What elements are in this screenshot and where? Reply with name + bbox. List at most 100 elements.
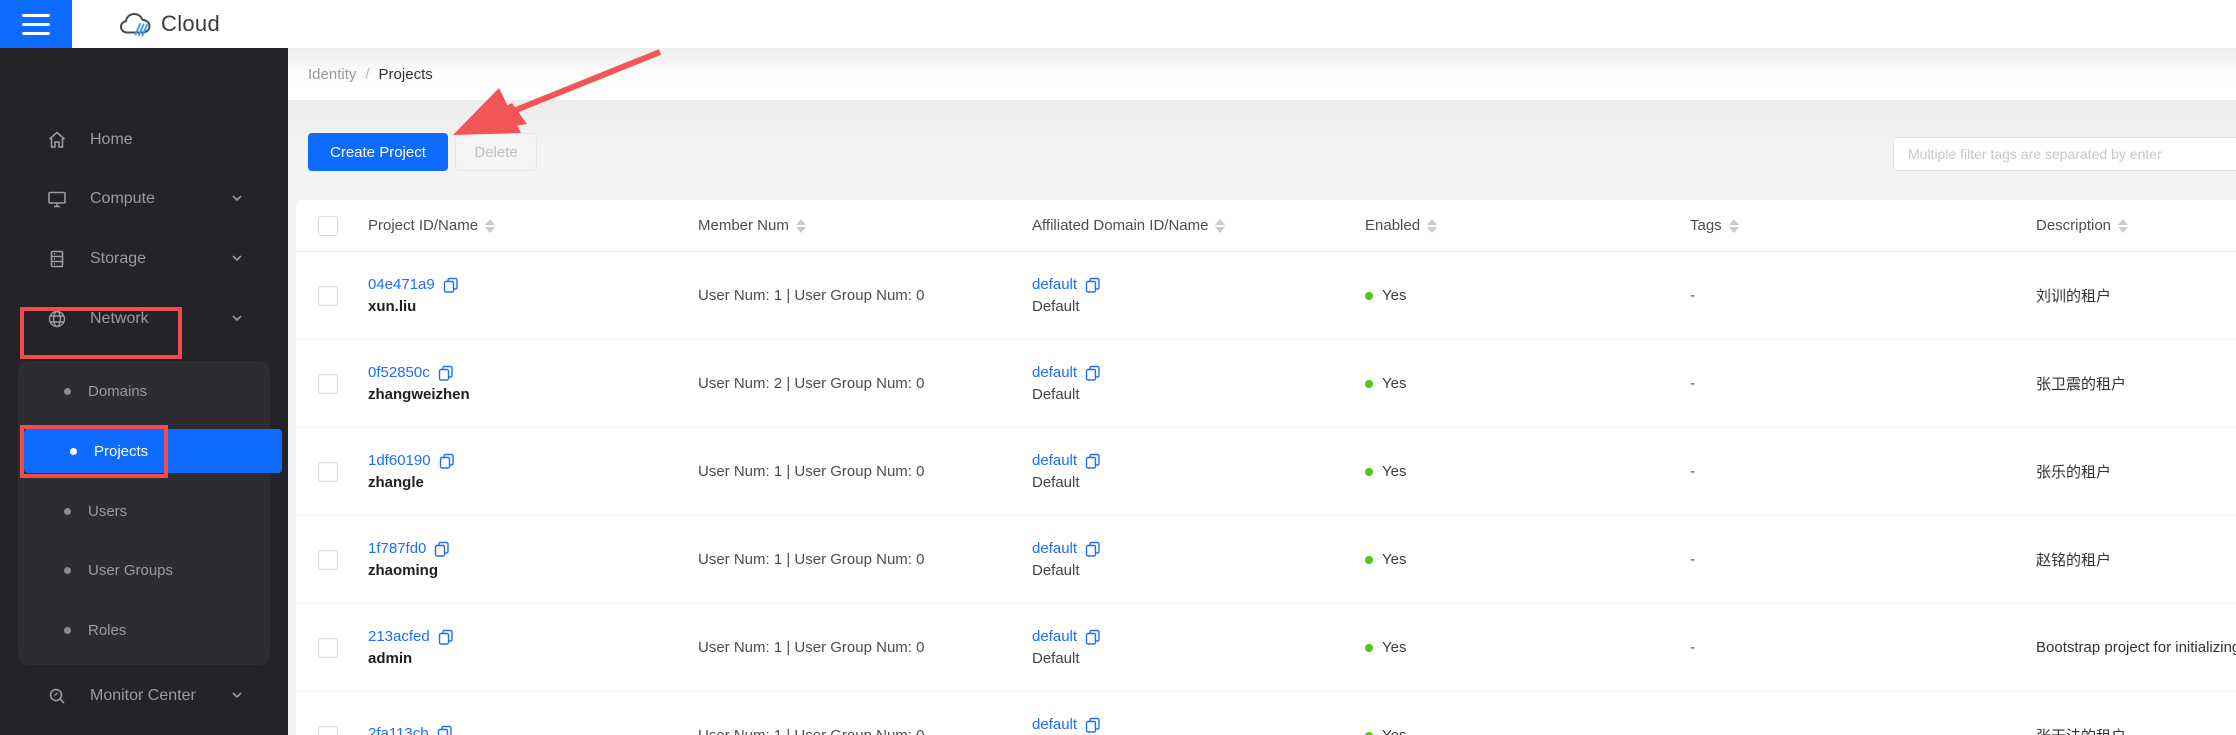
sort-icon[interactable] bbox=[1215, 218, 1226, 233]
enabled-value: Yes bbox=[1382, 551, 1407, 568]
copy-icon[interactable] bbox=[438, 629, 454, 645]
sidebar-item-storage[interactable]: Storage bbox=[0, 237, 288, 281]
sidebar-item-compute[interactable]: Compute bbox=[0, 177, 288, 221]
status-dot-icon bbox=[1365, 379, 1373, 388]
project-id-link[interactable]: 0f52850c bbox=[368, 364, 430, 381]
member-num-cell: User Num: 1 | User Group Num: 0 bbox=[698, 463, 925, 480]
sidebar-item-monitor-center[interactable]: Monitor Center bbox=[0, 674, 288, 718]
sidebar-item-home[interactable]: Home bbox=[0, 118, 288, 162]
sort-icon[interactable] bbox=[795, 218, 806, 233]
project-id-link[interactable]: 1df60190 bbox=[368, 452, 431, 469]
sidebar-item-domains[interactable]: Domains bbox=[18, 369, 270, 413]
brand-logo[interactable]: Cloud bbox=[118, 0, 220, 48]
project-id-link[interactable]: 2fa113cb bbox=[368, 725, 429, 735]
domain-id-link[interactable]: default bbox=[1032, 628, 1077, 645]
enabled-value: Yes bbox=[1382, 375, 1407, 392]
sort-icon[interactable] bbox=[485, 218, 496, 233]
status-dot-icon bbox=[1365, 555, 1373, 564]
select-all-checkbox[interactable] bbox=[318, 215, 338, 236]
sidebar: Home Compute Storage Network Domains Pro… bbox=[0, 48, 288, 735]
table-row: 2fa113cb User Num: 1 | User Group Num: 0… bbox=[296, 692, 2236, 735]
project-id-link[interactable]: 213acfed bbox=[368, 628, 430, 645]
sidebar-item-label: Home bbox=[90, 131, 133, 148]
sidebar-item-user-groups[interactable]: User Groups bbox=[18, 548, 270, 592]
sidebar-item-label: Domains bbox=[88, 382, 148, 400]
sort-icon[interactable] bbox=[1728, 218, 1739, 233]
domain-id-link[interactable]: default bbox=[1032, 452, 1077, 469]
hamburger-menu-button[interactable] bbox=[0, 0, 72, 48]
copy-icon[interactable] bbox=[1085, 717, 1101, 733]
column-header-tags[interactable]: Tags bbox=[1690, 217, 2036, 234]
copy-icon[interactable] bbox=[1085, 453, 1101, 469]
sort-icon[interactable] bbox=[2118, 218, 2129, 233]
copy-icon[interactable] bbox=[443, 277, 459, 293]
domain-id-link[interactable]: default bbox=[1032, 540, 1077, 557]
sidebar-item-projects[interactable]: Projects bbox=[24, 429, 282, 473]
breadcrumb-parent[interactable]: Identity bbox=[308, 66, 356, 83]
column-header-project-id-name[interactable]: Project ID/Name bbox=[368, 217, 698, 234]
sidebar-item-roles[interactable]: Roles bbox=[18, 608, 270, 652]
column-header-affiliated-domain[interactable]: Affiliated Domain ID/Name bbox=[1032, 217, 1365, 234]
enabled-value: Yes bbox=[1382, 463, 1407, 480]
column-header-enabled[interactable]: Enabled bbox=[1365, 217, 1690, 234]
sidebar-item-users[interactable]: Users bbox=[18, 489, 270, 533]
sidebar-item-label: Monitor Center bbox=[90, 687, 196, 704]
table-row: 1df60190 zhangle User Num: 1 | User Grou… bbox=[296, 428, 2236, 516]
projects-table: Project ID/Name Member Num Affiliated Do… bbox=[296, 200, 2236, 735]
toolbar: Create Project Delete bbox=[288, 100, 2236, 200]
copy-icon[interactable] bbox=[1085, 365, 1101, 381]
description-cell: Bootstrap project for initializing t bbox=[2036, 639, 2236, 656]
project-id-link[interactable]: 1f787fd0 bbox=[368, 540, 426, 557]
brand-name: Cloud bbox=[161, 11, 220, 36]
column-header-description[interactable]: Description bbox=[2036, 217, 2236, 234]
copy-icon[interactable] bbox=[439, 453, 455, 469]
sidebar-item-label: Projects bbox=[94, 442, 149, 460]
table-header-row: Project ID/Name Member Num Affiliated Do… bbox=[296, 200, 2236, 252]
sidebar-item-network[interactable]: Network bbox=[0, 297, 288, 341]
copy-icon[interactable] bbox=[438, 365, 454, 381]
bullet-icon bbox=[64, 387, 71, 395]
network-icon bbox=[46, 308, 68, 330]
tag-filter-input[interactable] bbox=[1893, 137, 2236, 171]
hamburger-icon bbox=[22, 13, 50, 17]
description-cell: 刘训的租户 bbox=[2036, 288, 2112, 305]
domain-id-link[interactable]: default bbox=[1032, 276, 1077, 293]
member-num-cell: User Num: 1 | User Group Num: 0 bbox=[698, 727, 1032, 735]
breadcrumb-current: Projects bbox=[378, 65, 433, 83]
domain-id-link[interactable]: default bbox=[1032, 364, 1077, 381]
table-row: 213acfed admin User Num: 1 | User Group … bbox=[296, 604, 2236, 692]
copy-icon[interactable] bbox=[1085, 541, 1101, 557]
table-row: 0f52850c zhangweizhen User Num: 2 | User… bbox=[296, 340, 2236, 428]
topbar: Cloud bbox=[0, 0, 2236, 48]
bullet-icon bbox=[64, 566, 71, 574]
status-dot-icon bbox=[1365, 291, 1373, 300]
breadcrumb-separator: / bbox=[365, 65, 370, 83]
domain-id-link[interactable]: default bbox=[1032, 716, 1077, 733]
domain-name: Default bbox=[1032, 386, 1080, 403]
member-num-cell: User Num: 1 | User Group Num: 0 bbox=[698, 639, 925, 656]
copy-icon[interactable] bbox=[1085, 629, 1101, 645]
select-all-cell bbox=[296, 215, 368, 236]
row-checkbox[interactable] bbox=[318, 549, 338, 570]
delete-button[interactable]: Delete bbox=[455, 133, 537, 171]
sidebar-item-label: Compute bbox=[90, 190, 155, 207]
table-body: 04e471a9 xun.liu User Num: 1 | User Grou… bbox=[296, 252, 2236, 735]
column-header-member-num[interactable]: Member Num bbox=[698, 217, 1032, 234]
project-id-link[interactable]: 04e471a9 bbox=[368, 276, 435, 293]
copy-icon[interactable] bbox=[434, 541, 450, 557]
description-cell: 张天法的租户 bbox=[2036, 725, 2236, 735]
row-checkbox[interactable] bbox=[318, 637, 338, 658]
project-name: zhangweizhen bbox=[368, 386, 470, 403]
sort-icon[interactable] bbox=[1427, 218, 1438, 233]
copy-icon[interactable] bbox=[1085, 277, 1101, 293]
create-project-button[interactable]: Create Project bbox=[308, 133, 448, 171]
row-checkbox[interactable] bbox=[318, 285, 338, 306]
row-checkbox[interactable] bbox=[318, 725, 338, 735]
tags-cell: - bbox=[1690, 375, 1695, 392]
copy-icon[interactable] bbox=[437, 725, 453, 735]
project-name: zhangle bbox=[368, 474, 424, 491]
tags-cell: - bbox=[1690, 463, 1695, 480]
row-checkbox[interactable] bbox=[318, 373, 338, 394]
row-checkbox[interactable] bbox=[318, 461, 338, 482]
status-dot-icon bbox=[1365, 467, 1373, 476]
